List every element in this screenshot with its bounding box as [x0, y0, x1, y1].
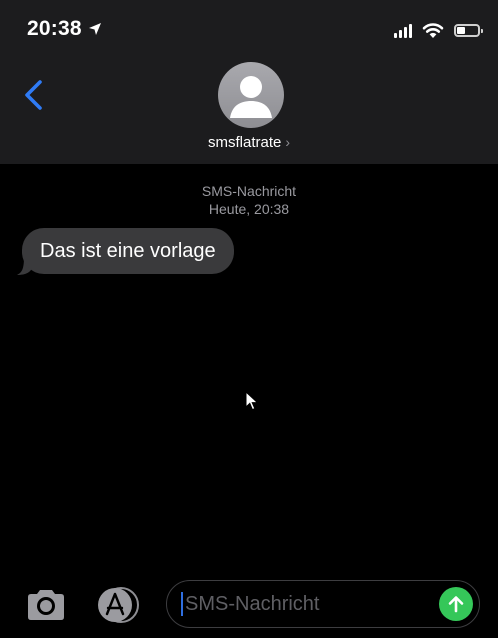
message-input-placeholder: SMS-Nachricht	[185, 592, 320, 615]
contact-name-button[interactable]: smsflatrate ›	[0, 134, 498, 151]
message-type-label: SMS-Nachricht	[201, 183, 297, 199]
app-store-icon[interactable]	[94, 586, 142, 624]
chevron-right-icon: ›	[285, 134, 291, 150]
chevron-left-icon[interactable]	[20, 78, 48, 112]
contact-name-label: smsflatrate	[207, 134, 282, 151]
text-caret	[181, 592, 183, 616]
send-button[interactable]	[439, 587, 473, 621]
cellular-signal-icon	[394, 23, 412, 38]
battery-level	[457, 26, 465, 34]
battery-icon	[454, 23, 483, 37]
wifi-icon	[422, 22, 444, 38]
status-time: 20:38	[27, 17, 102, 41]
camera-icon[interactable]	[24, 588, 68, 622]
contact-avatar[interactable]	[218, 62, 284, 128]
messages-screen: 20:38 smsflatrate › SMS-Nachricht Heute,…	[0, 0, 498, 638]
conversation-header: 20:38 smsflatrate ›	[0, 0, 498, 164]
incoming-message-bubble[interactable]: Das ist eine vorlage	[22, 228, 234, 274]
person-silhouette-icon	[230, 76, 272, 118]
location-arrow-icon	[88, 23, 101, 35]
message-text: Das ist eine vorlage	[40, 239, 216, 262]
status-indicators	[394, 21, 483, 39]
message-meta: SMS-Nachricht Heute, 20:38	[0, 182, 498, 218]
message-input[interactable]: SMS-Nachricht	[166, 580, 480, 628]
status-time-label: 20:38	[27, 17, 82, 40]
mouse-pointer-icon	[245, 391, 259, 411]
send-arrow-icon	[448, 596, 464, 613]
message-timestamp: Heute, 20:38	[208, 201, 290, 217]
